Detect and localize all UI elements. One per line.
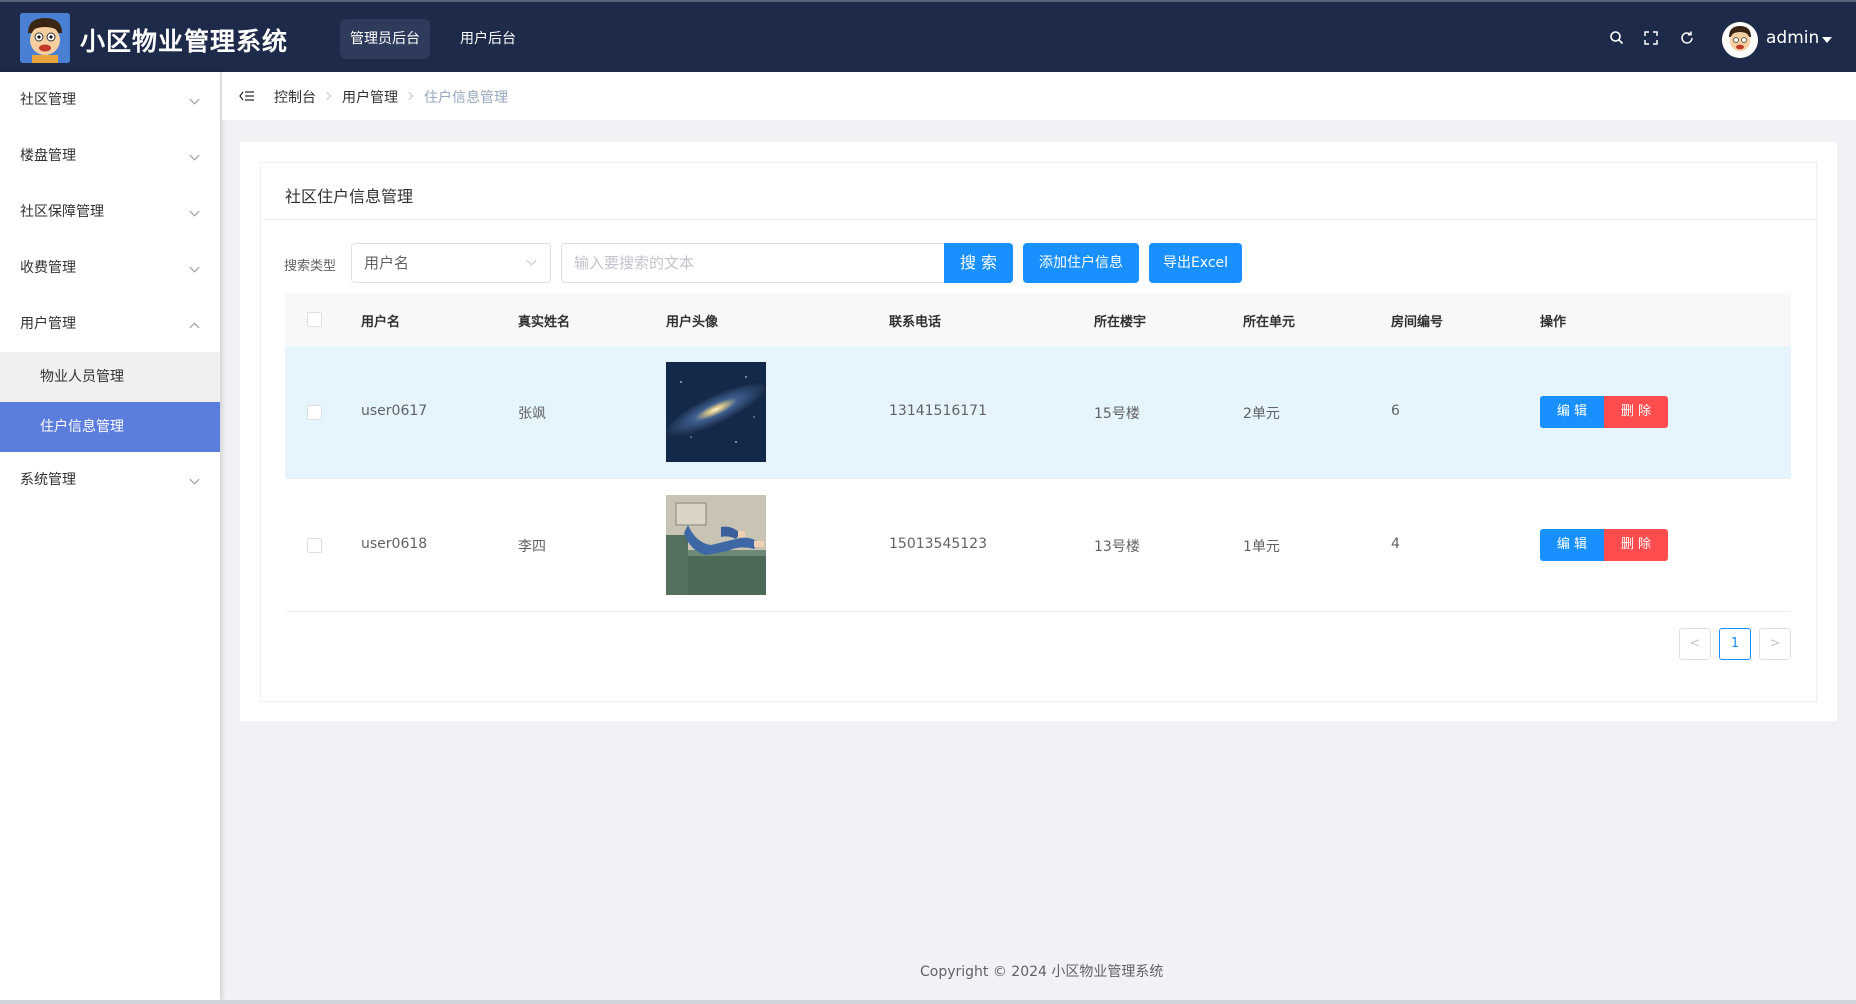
table-header: 用户名 真实姓名 用户头像 联系电话 所在楼宇 所在单元 房间编号 操作 (285, 293, 1791, 346)
sidebar-item-system[interactable]: 系统管理 (0, 452, 220, 508)
username[interactable]: admin (1766, 28, 1819, 48)
column-header: 用户头像 (666, 315, 719, 330)
column-header: 所在单元 (1243, 315, 1296, 330)
fullscreen-icon[interactable] (1642, 29, 1660, 47)
collapse-sidebar-icon[interactable] (239, 88, 255, 104)
chevron-down-icon (189, 150, 200, 161)
user-dropdown-caret-icon[interactable] (1822, 37, 1832, 43)
chevron-down-icon (526, 255, 537, 266)
breadcrumb-dashboard[interactable]: 控制台 (274, 87, 316, 107)
cell-room: 6 (1391, 403, 1400, 419)
card-title: 社区住户信息管理 (285, 187, 414, 206)
chevron-up-icon (189, 322, 200, 333)
cell-username: user0618 (361, 536, 428, 552)
sidebar-item-label: 楼盘管理 (20, 148, 76, 164)
cell-phone: 13141516171 (889, 403, 987, 419)
column-header: 联系电话 (889, 315, 942, 330)
sidebar-item-label: 用户管理 (20, 316, 76, 332)
chevron-down-icon (189, 94, 200, 105)
sidebar-item-buildings[interactable]: 楼盘管理 (0, 128, 220, 184)
cell-room: 4 (1391, 536, 1400, 552)
cell-phone: 15013545123 (889, 536, 987, 552)
breadcrumb-separator-icon (404, 91, 414, 101)
delete-button[interactable]: 删 除 (1604, 529, 1668, 561)
search-input[interactable] (561, 243, 945, 283)
chevron-down-icon (189, 262, 200, 273)
cell-building: 13号楼 (1094, 539, 1140, 555)
breadcrumb: 控制台 用户管理 住户信息管理 (222, 72, 1856, 120)
cell-realname: 李四 (518, 539, 546, 555)
sidebar-item-label: 收费管理 (20, 260, 76, 276)
app-title: 小区物业管理系统 (80, 27, 289, 56)
user-avatar-image (666, 362, 766, 462)
column-header: 用户名 (361, 315, 401, 330)
edit-button[interactable]: 编 辑 (1540, 529, 1604, 561)
search-type-select[interactable]: 用户名 (351, 243, 551, 283)
logo (20, 13, 70, 63)
sidebar-item-community[interactable]: 社区管理 (0, 72, 220, 128)
select-all-checkbox[interactable] (307, 312, 322, 327)
cell-building: 15号楼 (1094, 406, 1140, 422)
select-value: 用户名 (364, 254, 410, 272)
sidebar-item-users[interactable]: 用户管理 (0, 296, 220, 352)
nav-user-backend[interactable]: 用户后台 (450, 19, 526, 59)
bottom-border (0, 1000, 1856, 1004)
row-checkbox[interactable] (307, 538, 322, 553)
sidebar-item-fees[interactable]: 收费管理 (0, 240, 220, 296)
table-row[interactable]: user0617 张飒 13141516171 15号楼 2单元 6 编 辑 删… (285, 346, 1791, 479)
edit-button[interactable]: 编 辑 (1540, 396, 1604, 428)
search-type-label: 搜索类型 (284, 259, 337, 274)
sidebar: 社区管理 楼盘管理 社区保障管理 收费管理 用户管理 物业人员管理 住户信息管理… (0, 72, 220, 1000)
column-header: 真实姓名 (518, 315, 571, 330)
sidebar-subitem-residents[interactable]: 住户信息管理 (0, 402, 220, 452)
cell-unit: 2单元 (1243, 406, 1280, 422)
next-page-button[interactable]: > (1759, 628, 1791, 660)
search-icon[interactable] (1608, 29, 1626, 47)
breadcrumb-separator-icon (322, 91, 332, 101)
breadcrumb-current: 住户信息管理 (424, 90, 508, 106)
chevron-down-icon (189, 474, 200, 485)
sidebar-item-label: 系统管理 (20, 472, 76, 488)
column-header: 所在楼宇 (1094, 315, 1147, 330)
cell-unit: 1单元 (1243, 539, 1280, 555)
export-excel-button[interactable]: 导出Excel (1149, 243, 1242, 283)
sidebar-item-label: 社区管理 (20, 92, 76, 108)
nav-admin-backend[interactable]: 管理员后台 (340, 19, 430, 59)
page-1-button[interactable]: 1 (1719, 628, 1751, 660)
delete-button[interactable]: 删 除 (1604, 396, 1668, 428)
search-button[interactable]: 搜 索 (944, 243, 1013, 283)
column-header: 房间编号 (1391, 315, 1444, 330)
chevron-down-icon (189, 206, 200, 217)
breadcrumb-user-management[interactable]: 用户管理 (342, 87, 398, 107)
user-avatar-image (666, 495, 766, 595)
cell-realname: 张飒 (518, 406, 546, 422)
table-row[interactable]: user0618 李四 15013545123 13号楼 1单元 4 编 辑 删… (285, 479, 1791, 612)
sidebar-subitem-staff[interactable]: 物业人员管理 (0, 352, 220, 402)
row-checkbox[interactable] (307, 405, 322, 420)
cell-username: user0617 (361, 403, 428, 419)
divider (261, 219, 1816, 220)
add-resident-button[interactable]: 添加住户信息 (1023, 243, 1139, 283)
refresh-icon[interactable] (1678, 29, 1696, 47)
sidebar-item-label: 社区保障管理 (20, 204, 104, 220)
prev-page-button[interactable]: < (1679, 628, 1711, 660)
sidebar-item-security[interactable]: 社区保障管理 (0, 184, 220, 240)
top-header: 小区物业管理系统 管理员后台 用户后台 admin (0, 0, 1856, 72)
column-header: 操作 (1540, 315, 1567, 330)
avatar[interactable] (1722, 22, 1758, 58)
footer-copyright: Copyright © 2024 小区物业管理系统 (920, 964, 1164, 980)
